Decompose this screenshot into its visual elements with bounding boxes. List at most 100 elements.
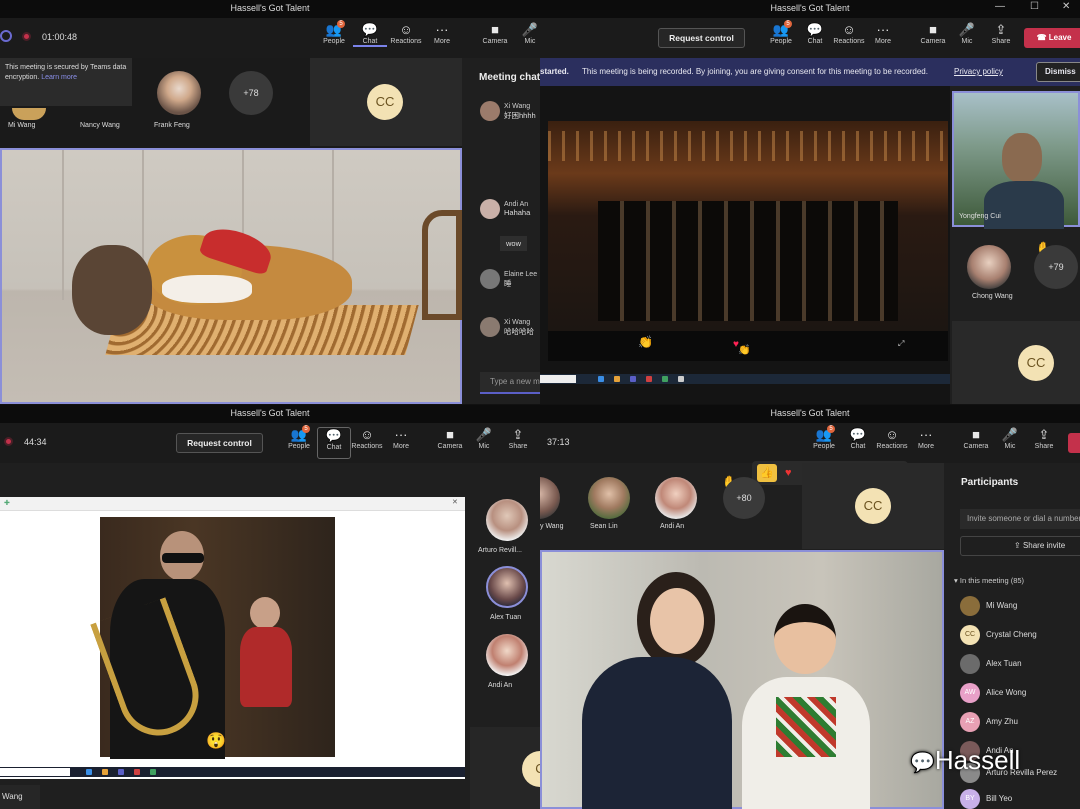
reactions-label: Reactions [833,38,865,45]
close-icon[interactable]: ✕ [1062,1,1070,12]
taskbar-app-icon[interactable] [150,769,156,775]
taskbar-app-icon[interactable] [646,376,652,382]
main-video [0,148,462,404]
leave-button[interactable] [1068,433,1080,453]
reactions-icon: ☺ [885,427,899,442]
initials-avatar: CC [855,488,891,524]
people-button[interactable]: 👥 5 People [807,425,841,450]
camera-icon: ■ [972,427,980,442]
participant-row[interactable]: CC Crystal Cheng [960,625,1080,647]
participant-row[interactable]: AW Alice Wong [960,683,1080,705]
mic-button[interactable]: 🎤 Mic [467,427,501,450]
chat-panel-title: Meeting chat [479,72,540,83]
message-text: 睡 [504,279,512,288]
taskbar-search[interactable] [0,768,70,776]
candles [548,131,948,161]
people-button[interactable]: 👥 5 People [764,20,798,45]
participant-name: Alice Wong [986,688,1027,697]
meeting-window-2: Hassell's Got Talent — ☐ ✕ Request contr… [540,0,1080,404]
participant-row[interactable]: BY Bill Yeo [960,789,1080,809]
more-participants[interactable]: +80 [723,477,765,519]
more-label: More [393,443,409,450]
avatar [486,499,528,541]
taskbar-app-icon[interactable] [102,769,108,775]
reactions-button[interactable]: ☺ Reactions [389,22,423,45]
learn-more-link[interactable]: Learn more [41,74,77,81]
close-icon[interactable]: ✕ [452,498,458,506]
invite-input[interactable]: Invite someone or dial a number [960,509,1080,529]
reactions-button[interactable]: ☺ Reactions [832,22,866,45]
privacy-policy-link[interactable]: Privacy policy [954,58,1003,86]
request-control-button[interactable]: Request control [658,28,745,48]
more-participants[interactable]: +78 [229,71,273,115]
heart-reaction-icon[interactable]: ♥ [785,461,792,485]
more-button[interactable]: ··· More [909,427,943,450]
camera-button[interactable]: ■ Camera [478,22,512,45]
presenter-video: Yongfeng Cui [952,91,1080,231]
taskbar-app-icon[interactable] [678,376,684,382]
leave-button[interactable]: ☎ Leave [1024,28,1080,48]
chat-button[interactable]: 💬 Chat [798,22,832,45]
participant-row[interactable]: Alex Tuan [960,654,1080,676]
more-button[interactable]: ··· More [866,22,900,45]
request-control-button[interactable]: Request control [176,433,263,453]
share-button[interactable]: ⇪ Share [501,427,535,450]
chat-message: Andi An Hahaha [504,201,530,217]
taskbar-app-icon[interactable] [614,376,620,382]
more-button[interactable]: ··· More [425,22,459,45]
mic-button[interactable]: 🎤 Mic [993,427,1027,450]
more-participants[interactable]: +79 [1034,245,1078,289]
chat-button[interactable]: 💬 Chat [353,22,387,47]
like-reaction-icon[interactable]: 👍 [757,464,777,482]
participant-label: Wang [0,785,40,809]
taskbar-search[interactable] [540,375,576,383]
phone-icon: ☎ [1036,33,1049,42]
mic-icon: 🎤 [958,22,976,37]
mic-button[interactable]: 🎤 Mic [950,22,984,45]
minimize-icon[interactable]: — [995,1,1005,12]
avatar [486,634,528,676]
taskbar-app-icon[interactable] [662,376,668,382]
camera-button[interactable]: ■ Camera [959,427,993,450]
shield-icon [0,30,12,42]
share-invite-button[interactable]: ⇪ Share invite [960,536,1080,556]
taskbar-app-icon[interactable] [134,769,140,775]
chat-icon: 💬 [806,22,824,37]
people-button[interactable]: 👥 5 People [317,20,351,45]
child-head [774,604,836,674]
participant-name: Alex Tuan [986,659,1022,668]
in-meeting-header[interactable]: ▾ In this meeting (85) [954,576,1024,585]
taskbar-app-icon[interactable] [630,376,636,382]
chat-button[interactable]: 💬 Chat [317,427,351,459]
mic-label: Mic [1004,443,1016,450]
more-button[interactable]: ··· More [384,427,418,450]
chat-button[interactable]: 💬 Chat [841,427,875,450]
hassell-watermark: 💬Hassell [910,745,1020,779]
taskbar-app-icon[interactable] [118,769,124,775]
taskbar-app-icon[interactable] [598,376,604,382]
mic-icon: 🎤 [475,427,493,442]
chat-input[interactable]: Type a new message [480,372,540,394]
mic-button[interactable]: 🎤 Mic [513,22,540,45]
message-sender: Xi Wang [504,103,531,110]
message-sender: Elaine Lee [504,271,538,278]
mic-label: Mic [478,443,490,450]
woman-body [582,657,732,809]
camera-button[interactable]: ■ Camera [433,427,467,450]
dismiss-button[interactable]: Dismiss [1036,62,1080,82]
reactions-button[interactable]: ☺ Reactions [875,427,909,450]
avatar [486,566,528,608]
fullscreen-icon[interactable]: ⤢ [898,339,904,349]
people-icon: 👥 [325,22,343,37]
share-button[interactable]: ⇪ Share [984,22,1018,45]
camera-button[interactable]: ■ Camera [916,22,950,45]
reactions-button[interactable]: ☺ Reactions [350,427,384,450]
share-button[interactable]: ⇪ Share [1027,427,1061,450]
avatar [588,477,630,519]
participant-row[interactable]: Mi Wang [960,596,1080,618]
mic-icon: 🎤 [521,22,539,37]
maximize-icon[interactable]: ☐ [1030,1,1039,12]
people-button[interactable]: 👥 5 People [282,425,316,450]
taskbar-app-icon[interactable] [86,769,92,775]
participant-row[interactable]: AZ Amy Zhu [960,712,1080,734]
